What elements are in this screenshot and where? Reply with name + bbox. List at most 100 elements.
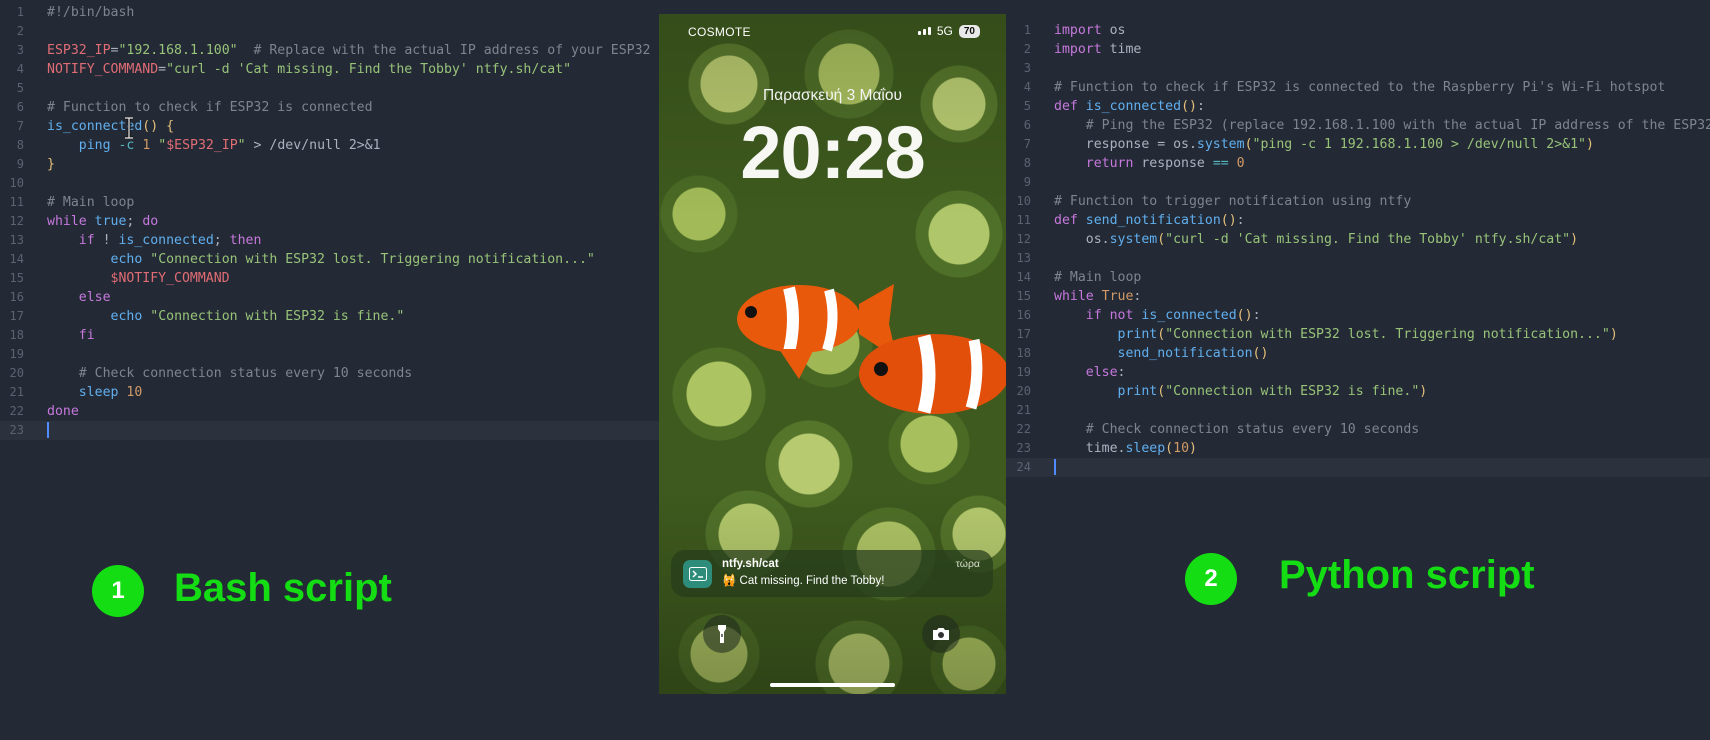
code-text: # Main loop bbox=[1054, 268, 1141, 287]
code-token: time. bbox=[1054, 441, 1126, 456]
line-number: 21 bbox=[1016, 403, 1031, 417]
home-indicator[interactable] bbox=[770, 683, 895, 687]
code-line[interactable]: 24 bbox=[1005, 458, 1710, 477]
code-line[interactable]: 7 is_connected() { bbox=[0, 117, 659, 136]
code-token: () bbox=[1181, 99, 1197, 114]
code-token: () bbox=[1236, 308, 1253, 323]
code-token: os bbox=[1101, 23, 1126, 38]
code-token: # Main loop bbox=[47, 195, 135, 210]
code-token: () { bbox=[142, 119, 175, 134]
code-token: NOTIFY_COMMAND bbox=[47, 62, 159, 77]
code-token: echo bbox=[110, 309, 143, 324]
code-line[interactable]: 22 # Check connection status every 10 se… bbox=[1005, 420, 1710, 439]
code-text: fi bbox=[47, 326, 95, 345]
code-token: else bbox=[1085, 365, 1118, 380]
code-line[interactable]: 4 # Function to check if ESP32 is connect… bbox=[1005, 78, 1710, 97]
code-line[interactable]: 23 time.sleep(10) bbox=[1005, 439, 1710, 458]
battery-indicator: 70 bbox=[958, 24, 980, 38]
code-line[interactable]: 10 # Function to trigger notification usi… bbox=[1005, 192, 1710, 211]
bash-editor[interactable]: 1 #!/bin/bash 2 3 ESP32_IP="192.168.1.100" #… bbox=[0, 3, 659, 722]
code-line[interactable]: 21 bbox=[1005, 401, 1710, 420]
code-token: ) bbox=[1189, 441, 1197, 456]
code-line[interactable]: 11 def send_notification(): bbox=[1005, 211, 1710, 230]
python-caption: Python script bbox=[1279, 553, 1535, 597]
code-text bbox=[1054, 458, 1056, 477]
code-line[interactable]: 12 while true; do bbox=[0, 212, 659, 231]
code-token: : bbox=[1236, 213, 1245, 228]
notification-card[interactable]: ntfy.sh/cat 🙀 Cat missing. Find the Tobb… bbox=[671, 550, 993, 597]
code-text: # Function to trigger notification using… bbox=[1054, 192, 1411, 211]
flashlight-button[interactable] bbox=[703, 615, 741, 653]
code-line[interactable]: 20 print("Connection with ESP32 is fine.… bbox=[1005, 382, 1710, 401]
code-line[interactable]: 7 response = os.system("ping -c 1 192.16… bbox=[1005, 135, 1710, 154]
code-line[interactable]: 11 # Main loop bbox=[0, 193, 659, 212]
code-line[interactable]: 16 else bbox=[0, 288, 659, 307]
code-line[interactable]: 15 $NOTIFY_COMMAND bbox=[0, 269, 659, 288]
bash-number-badge: 1 bbox=[92, 565, 144, 617]
code-line[interactable]: 4 NOTIFY_COMMAND="curl -d 'Cat missing. F… bbox=[0, 60, 659, 79]
code-line[interactable]: 2 import time bbox=[1005, 40, 1710, 59]
code-line[interactable]: 21 sleep 10 bbox=[0, 383, 659, 402]
line-number: 7 bbox=[1023, 137, 1031, 151]
code-token: "Connection with ESP32 is fine." bbox=[150, 309, 405, 324]
code-line[interactable]: 14 # Main loop bbox=[1005, 268, 1710, 287]
code-line[interactable]: 3 ESP32_IP="192.168.1.100" # Replace with… bbox=[0, 41, 659, 60]
code-line[interactable]: 23 bbox=[0, 421, 659, 440]
code-line[interactable]: 5 def is_connected(): bbox=[1005, 97, 1710, 116]
code-token: print bbox=[1117, 327, 1158, 342]
code-line[interactable]: 9 bbox=[1005, 173, 1710, 192]
code-line[interactable]: 22 done bbox=[0, 402, 659, 421]
code-line[interactable]: 10 bbox=[0, 174, 659, 193]
code-line[interactable]: 6 # Ping the ESP32 (replace 192.168.1.10… bbox=[1005, 116, 1710, 135]
code-line[interactable]: 1 #!/bin/bash bbox=[0, 3, 659, 22]
code-line[interactable]: 8 return response == 0 bbox=[1005, 154, 1710, 173]
code-line[interactable]: 19 bbox=[0, 345, 659, 364]
code-token: ) bbox=[1570, 232, 1579, 247]
code-line[interactable]: 18 fi bbox=[0, 326, 659, 345]
code-line[interactable]: 15 while True: bbox=[1005, 287, 1710, 306]
code-line[interactable]: 14 echo "Connection with ESP32 lost. Tri… bbox=[0, 250, 659, 269]
code-token: echo bbox=[110, 252, 143, 267]
code-line[interactable]: 20 # Check connection status every 10 se… bbox=[0, 364, 659, 383]
line-number: 8 bbox=[1023, 156, 1031, 170]
python-editor[interactable]: 1 import os 2 import time 3 4 # Function to ch… bbox=[1005, 21, 1710, 740]
code-text bbox=[47, 421, 49, 440]
code-line[interactable]: 13 bbox=[1005, 249, 1710, 268]
line-number: 10 bbox=[9, 176, 24, 190]
code-text: echo "Connection with ESP32 lost. Trigge… bbox=[47, 250, 595, 269]
code-line[interactable]: 19 else: bbox=[1005, 363, 1710, 382]
python-number-badge: 2 bbox=[1185, 553, 1237, 605]
code-line[interactable]: 9} bbox=[0, 155, 659, 174]
code-line[interactable]: 13 if ! is_connected; then bbox=[0, 231, 659, 250]
code-line[interactable]: 1 import os bbox=[1005, 21, 1710, 40]
code-line[interactable]: 3 bbox=[1005, 59, 1710, 78]
code-token: if bbox=[78, 233, 95, 248]
line-number: 16 bbox=[9, 290, 24, 304]
lock-date: Παρασκευή 3 Μαΐου bbox=[763, 87, 902, 104]
code-text: done bbox=[47, 402, 79, 421]
code-text: ping -c 1 "$ESP32_IP" > /dev/null 2>&1 bbox=[47, 136, 381, 155]
code-line[interactable]: 6 # Function to check if ESP32 is connect… bbox=[0, 98, 659, 117]
code-token: ) bbox=[1609, 327, 1618, 342]
camera-button[interactable] bbox=[922, 615, 960, 653]
code-line[interactable]: 17 echo "Connection with ESP32 is fine." bbox=[0, 307, 659, 326]
code-line[interactable]: 5 bbox=[0, 79, 659, 98]
line-number: 9 bbox=[16, 157, 24, 171]
code-line[interactable]: 18 send_notification() bbox=[1005, 344, 1710, 363]
code-line[interactable]: 8 ping -c 1 "$ESP32_IP" > /dev/null 2>&1 bbox=[0, 136, 659, 155]
code-text: # Function to check if ESP32 is connecte… bbox=[47, 98, 373, 117]
line-number: 5 bbox=[1023, 99, 1031, 113]
line-number: 18 bbox=[9, 328, 24, 342]
code-token: import bbox=[1054, 42, 1102, 57]
code-line[interactable]: 2 bbox=[0, 22, 659, 41]
code-line[interactable]: 12 os.system("curl -d 'Cat missing. Find… bbox=[1005, 230, 1710, 249]
code-token: true bbox=[94, 214, 127, 229]
code-line[interactable]: 16 if not is_connected(): bbox=[1005, 306, 1710, 325]
code-line[interactable]: 17 print("Connection with ESP32 lost. Tr… bbox=[1005, 325, 1710, 344]
line-number: 5 bbox=[16, 81, 24, 95]
